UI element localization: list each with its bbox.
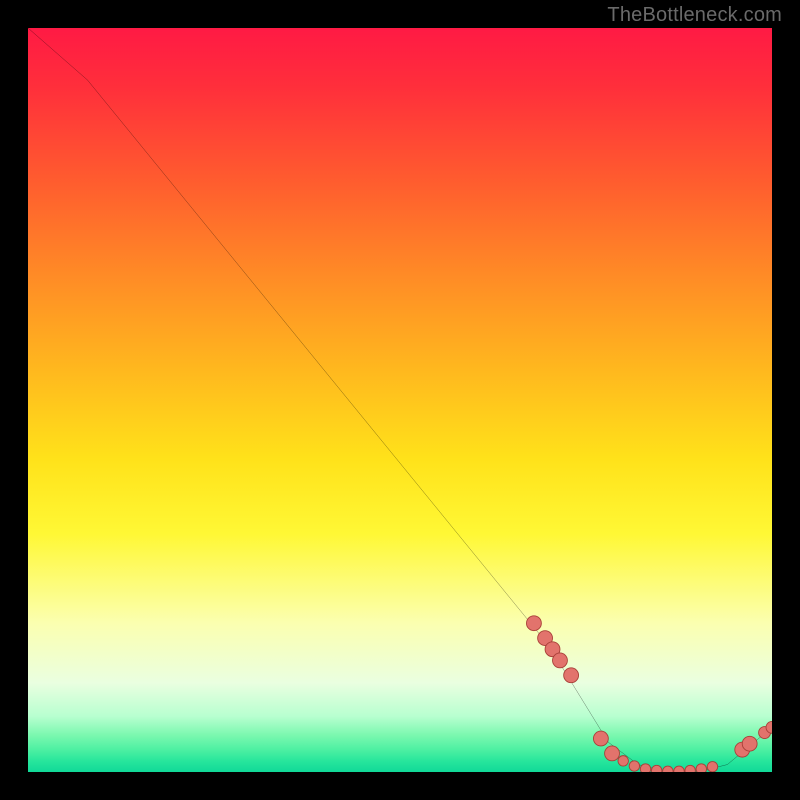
curve-marker — [526, 616, 541, 631]
watermark-text: TheBottleneck.com — [607, 4, 782, 27]
curve-marker — [640, 764, 650, 772]
curve-marker — [707, 762, 717, 772]
curve-marker — [685, 765, 695, 772]
curve-marker — [651, 765, 661, 772]
curve-marker — [605, 746, 620, 761]
curve-layer — [28, 28, 772, 772]
curve-marker — [564, 668, 579, 683]
curve-marker — [553, 653, 568, 668]
plot-area — [28, 28, 772, 772]
curve-marker — [618, 756, 628, 766]
curve-marker — [593, 731, 608, 746]
curve-marker — [674, 766, 684, 772]
bottleneck-curve-line — [28, 28, 772, 772]
curve-marker — [696, 764, 706, 772]
curve-marker — [629, 761, 639, 771]
curve-marker — [663, 766, 673, 772]
curve-markers — [526, 616, 772, 772]
curve-marker — [742, 736, 757, 751]
chart-container: TheBottleneck.com — [0, 0, 800, 800]
